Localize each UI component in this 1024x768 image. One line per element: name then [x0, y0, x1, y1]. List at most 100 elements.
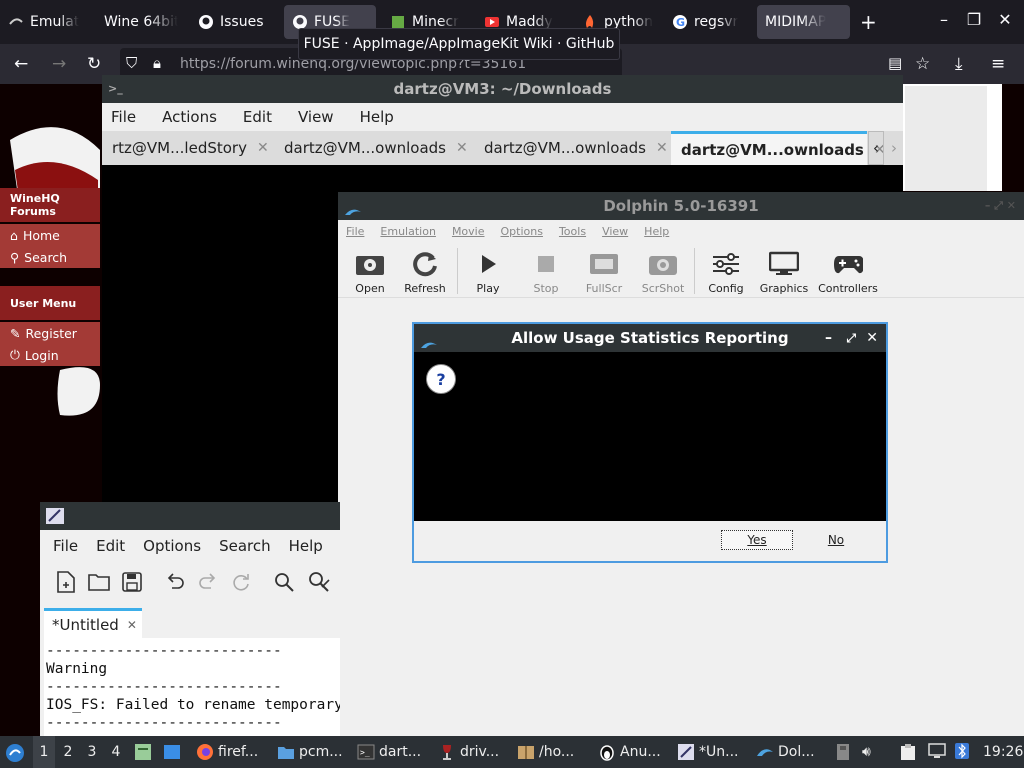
- editor-menu-file[interactable]: File: [44, 537, 87, 555]
- refresh-button[interactable]: Refresh: [395, 242, 455, 298]
- show-desktop-button[interactable]: [163, 736, 181, 768]
- register-link[interactable]: ✎ Register: [0, 322, 100, 344]
- terminal-tab-4[interactable]: dartz@VM...ownloads ✕: [671, 131, 886, 165]
- dolphin-menu-file[interactable]: File: [346, 225, 364, 238]
- close-tab-icon[interactable]: ✕: [456, 140, 468, 156]
- config-button[interactable]: Config: [696, 242, 756, 298]
- browser-tab-midimap[interactable]: MIDIMAP: [757, 5, 850, 39]
- webpage-right-panel-inner: [905, 86, 987, 191]
- editor-text-area[interactable]: --------------------------- Warning ----…: [44, 638, 340, 736]
- browser-tab-emulat[interactable]: Emulat: [0, 5, 92, 39]
- terminal-tab-3[interactable]: dartz@VM...ownloads ✕: [474, 131, 670, 165]
- terminal-tab-1[interactable]: rtz@VM...ledStory ✕: [102, 131, 269, 165]
- workspace-1[interactable]: 1: [33, 736, 55, 768]
- taskbar-app-editor[interactable]: *Un...: [677, 736, 738, 768]
- dialog-minimize-icon[interactable]: –: [825, 324, 832, 352]
- dialog-title-bar[interactable]: Allow Usage Statistics Reporting – ⤢ ✕: [414, 324, 886, 352]
- clock[interactable]: 19:26: [983, 736, 1023, 768]
- play-button[interactable]: Play: [458, 242, 518, 298]
- forward-arrow-icon[interactable]: →: [52, 54, 66, 74]
- dolphin-menu-emulation[interactable]: Emulation: [380, 225, 436, 238]
- start-menu-button[interactable]: [5, 736, 24, 768]
- minimize-icon[interactable]: –: [934, 10, 954, 29]
- dialog-close-icon[interactable]: ✕: [866, 324, 878, 352]
- taskbar-app-terminal[interactable]: >_ dart...: [357, 736, 421, 768]
- reload-icon[interactable]: ↻: [87, 54, 101, 74]
- stop-button[interactable]: Stop: [516, 242, 576, 298]
- download-icon[interactable]: ⤓: [955, 54, 963, 74]
- close-tab-icon[interactable]: ✕: [257, 140, 269, 156]
- new-tab-button[interactable]: +: [860, 10, 877, 34]
- terminal-menu-view[interactable]: View: [289, 108, 343, 126]
- find-icon[interactable]: [272, 570, 296, 594]
- editor-menu-options[interactable]: Options: [134, 537, 210, 555]
- editor-tab-untitled[interactable]: *Untitled ✕: [44, 608, 142, 638]
- close-icon[interactable]: ✕: [995, 10, 1015, 29]
- restore-icon[interactable]: ❐: [964, 10, 984, 29]
- hamburger-menu-icon[interactable]: ≡: [991, 54, 1005, 74]
- dolphin-menu-help[interactable]: Help: [644, 225, 669, 238]
- taskbar-app-firefox[interactable]: firef...: [196, 736, 258, 768]
- shield-icon[interactable]: ⛉: [126, 54, 137, 72]
- volume-icon[interactable]: 🔊︎: [862, 736, 871, 768]
- terminal-menu-help[interactable]: Help: [351, 108, 403, 126]
- taskbar-app-archive[interactable]: /ho...: [517, 736, 574, 768]
- terminal-menu-edit[interactable]: Edit: [234, 108, 281, 126]
- yes-button[interactable]: Yes: [721, 530, 793, 550]
- terminal-menu-actions[interactable]: Actions: [153, 108, 226, 126]
- taskbar-app-dolphin[interactable]: Dol...: [756, 736, 815, 768]
- taskbar-app-files[interactable]: pcm...: [277, 736, 343, 768]
- dialog-maximize-icon[interactable]: ⤢: [846, 324, 856, 352]
- close-tab-icon[interactable]: ✕: [127, 618, 137, 632]
- editor-menu-search[interactable]: Search: [210, 537, 280, 555]
- save-icon[interactable]: [120, 570, 144, 594]
- screenshot-button[interactable]: ScrShot: [633, 242, 693, 298]
- dolphin-menu-movie[interactable]: Movie: [452, 225, 485, 238]
- dolphin-menu-tools[interactable]: Tools: [559, 225, 586, 238]
- back-arrow-icon[interactable]: ←: [14, 54, 28, 74]
- workspace-2[interactable]: 2: [57, 736, 79, 768]
- browser-tab-wine64[interactable]: Wine 64bit: [96, 5, 186, 39]
- editor-menu-edit[interactable]: Edit: [87, 537, 134, 555]
- graphics-button[interactable]: Graphics: [754, 242, 814, 298]
- reader-view-icon[interactable]: ▤: [888, 54, 902, 72]
- file-manager-launcher[interactable]: [134, 736, 152, 768]
- lock-icon[interactable]: 🔒︎: [153, 54, 161, 72]
- terminal-tab-2[interactable]: dartz@VM...ownloads ✕: [274, 131, 470, 165]
- tab-scroll-right-icon[interactable]: ›: [886, 131, 902, 165]
- browser-tab-regsvr[interactable]: G regsvr: [664, 5, 750, 39]
- home-link[interactable]: ⌂ Home: [0, 224, 100, 246]
- terminal-menu-file[interactable]: File: [102, 108, 145, 126]
- taskbar-app-wine[interactable]: driv...: [438, 736, 499, 768]
- workspace-4[interactable]: 4: [105, 736, 127, 768]
- network-icon[interactable]: [928, 736, 946, 768]
- open-button[interactable]: Open: [340, 242, 400, 298]
- dolphin-menu-options[interactable]: Options: [501, 225, 543, 238]
- new-file-icon[interactable]: [54, 570, 78, 594]
- redo-icon[interactable]: [196, 570, 220, 594]
- bookmark-star-icon[interactable]: ☆: [915, 54, 930, 74]
- workspace-3[interactable]: 3: [81, 736, 103, 768]
- login-link[interactable]: ⏻ Login: [0, 344, 100, 366]
- dolphin-title-bar[interactable]: Dolphin 5.0-16391 – ⤢ ✕: [338, 192, 1024, 220]
- editor-title-bar[interactable]: [40, 502, 340, 530]
- controllers-button[interactable]: Controllers: [817, 242, 879, 298]
- reload-icon[interactable]: [229, 570, 253, 594]
- taskbar-app-anu[interactable]: Anu...: [598, 736, 661, 768]
- terminal-title-bar[interactable]: >_ dartz@VM3: ~/Downloads: [102, 75, 903, 103]
- fullscreen-button[interactable]: FullScr: [574, 242, 634, 298]
- dolphin-window-controls[interactable]: – ⤢ ✕: [985, 192, 1016, 220]
- clipboard-icon[interactable]: [900, 736, 918, 768]
- editor-menu-help[interactable]: Help: [280, 537, 332, 555]
- search-link[interactable]: ⚲ Search: [0, 246, 100, 268]
- dolphin-menu-view[interactable]: View: [602, 225, 628, 238]
- bluetooth-icon[interactable]: [955, 736, 973, 768]
- removable-media-icon[interactable]: [836, 736, 854, 768]
- find-replace-icon[interactable]: [307, 570, 331, 594]
- close-tab-icon[interactable]: ✕: [656, 140, 668, 156]
- undo-icon[interactable]: [163, 570, 187, 594]
- browser-tab-issues[interactable]: Issues: [190, 5, 276, 39]
- open-folder-icon[interactable]: [87, 570, 111, 594]
- no-button[interactable]: No: [816, 530, 856, 550]
- tab-scroll-left-icon[interactable]: ‹: [868, 131, 884, 165]
